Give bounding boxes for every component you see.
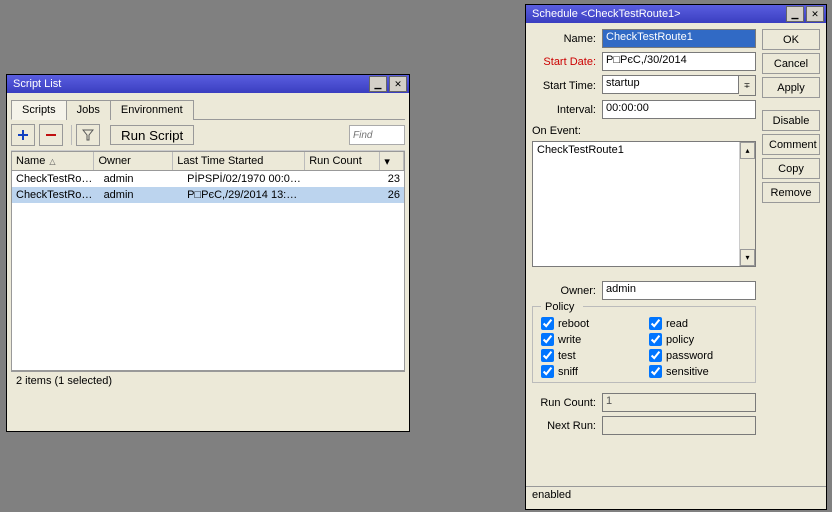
apply-button[interactable]: Apply bbox=[762, 77, 820, 98]
table-row[interactable]: CheckTestRo… admin PİPSPİ/02/1970 00:0… … bbox=[12, 171, 404, 187]
policy-sensitive[interactable]: sensitive bbox=[649, 365, 747, 378]
schedule-buttons: OK Cancel Apply Disable Comment Copy Rem… bbox=[762, 29, 820, 439]
checkbox[interactable] bbox=[541, 317, 554, 330]
label-next-run: Next Run: bbox=[532, 420, 596, 432]
scripts-grid: Name△ Owner Last Time Started Run Count … bbox=[11, 151, 405, 371]
checkbox[interactable] bbox=[541, 365, 554, 378]
script-list-window: Script List ▁ ✕ Scripts Jobs Environment… bbox=[6, 74, 410, 432]
run-script-button[interactable]: Run Script bbox=[110, 125, 194, 145]
cell-last: P□PєС,/29/2014 13:… bbox=[183, 188, 324, 202]
close-icon[interactable]: ✕ bbox=[806, 6, 824, 22]
spacer bbox=[762, 101, 820, 107]
scrollbar[interactable]: ▴ ▾ bbox=[739, 142, 755, 266]
scroll-up-icon[interactable]: ▴ bbox=[740, 142, 755, 159]
minimize-icon[interactable]: ▁ bbox=[369, 76, 387, 92]
schedule-form: Name: CheckTestRoute1 Start Date: P□PєС,… bbox=[532, 29, 756, 439]
label-on-event: On Event: bbox=[532, 125, 581, 137]
col-last-time[interactable]: Last Time Started bbox=[173, 152, 305, 170]
owner-field[interactable]: admin bbox=[602, 281, 756, 300]
add-button[interactable] bbox=[11, 124, 35, 146]
policy-fieldset: Policy reboot read write policy test pas… bbox=[532, 306, 756, 383]
script-list-titlebar[interactable]: Script List ▁ ✕ bbox=[7, 75, 409, 93]
script-list-toolbar: Run Script bbox=[11, 120, 405, 151]
label-interval: Interval: bbox=[532, 104, 596, 116]
interval-field[interactable]: 00:00:00 bbox=[602, 100, 756, 119]
checkbox[interactable] bbox=[649, 365, 662, 378]
policy-reboot[interactable]: reboot bbox=[541, 317, 639, 330]
grid-header: Name△ Owner Last Time Started Run Count … bbox=[12, 152, 404, 171]
policy-sniff[interactable]: sniff bbox=[541, 365, 639, 378]
cell-count: 26 bbox=[324, 188, 404, 202]
col-owner[interactable]: Owner bbox=[94, 152, 173, 170]
comment-button[interactable]: Comment bbox=[762, 134, 820, 155]
label-start-date: Start Date: bbox=[532, 56, 596, 68]
on-event-listbox[interactable]: CheckTestRoute1 ▴ ▾ bbox=[532, 141, 756, 267]
cell-name: CheckTestRo… bbox=[12, 172, 100, 186]
label-name: Name: bbox=[532, 33, 596, 45]
start-time-dropdown[interactable]: ∓ bbox=[739, 75, 756, 96]
next-run-field bbox=[602, 416, 756, 435]
checkbox[interactable] bbox=[541, 333, 554, 346]
col-menu[interactable]: ▾ bbox=[380, 152, 404, 170]
funnel-icon bbox=[82, 129, 94, 141]
policy-legend: Policy bbox=[541, 301, 583, 313]
checkbox[interactable] bbox=[649, 317, 662, 330]
name-field[interactable]: CheckTestRoute1 bbox=[602, 29, 756, 48]
filter-button[interactable] bbox=[76, 124, 100, 146]
minimize-icon[interactable]: ▁ bbox=[786, 6, 804, 22]
cancel-button[interactable]: Cancel bbox=[762, 53, 820, 74]
scroll-down-icon[interactable]: ▾ bbox=[740, 249, 755, 266]
checkbox[interactable] bbox=[649, 333, 662, 346]
schedule-titlebar[interactable]: Schedule <CheckTestRoute1> ▁ ✕ bbox=[526, 5, 826, 23]
checkbox[interactable] bbox=[541, 349, 554, 362]
label-owner: Owner: bbox=[532, 285, 596, 297]
minus-icon bbox=[45, 129, 57, 141]
schedule-title: Schedule <CheckTestRoute1> bbox=[532, 8, 784, 20]
tab-scripts[interactable]: Scripts bbox=[11, 100, 67, 120]
find-input[interactable] bbox=[349, 125, 405, 145]
table-row[interactable]: CheckTestRo… admin P□PєС,/29/2014 13:… 2… bbox=[12, 187, 404, 203]
policy-write[interactable]: write bbox=[541, 333, 639, 346]
col-run-count[interactable]: Run Count bbox=[305, 152, 380, 170]
script-list-tabs: Scripts Jobs Environment bbox=[11, 99, 405, 120]
policy-test[interactable]: test bbox=[541, 349, 639, 362]
remove-script-button[interactable] bbox=[39, 124, 63, 146]
start-time-field[interactable]: startup bbox=[602, 75, 739, 94]
checkbox[interactable] bbox=[649, 349, 662, 362]
policy-read[interactable]: read bbox=[649, 317, 747, 330]
script-list-title: Script List bbox=[13, 78, 367, 90]
ok-button[interactable]: OK bbox=[762, 29, 820, 50]
label-run-count: Run Count: bbox=[532, 397, 596, 409]
policy-policy[interactable]: policy bbox=[649, 333, 747, 346]
schedule-status: enabled bbox=[526, 486, 826, 509]
sort-asc-icon: △ bbox=[49, 157, 55, 166]
cell-last: PİPSPİ/02/1970 00:0… bbox=[183, 172, 324, 186]
toolbar-separator bbox=[71, 125, 72, 145]
col-name[interactable]: Name△ bbox=[12, 152, 94, 170]
cell-count: 23 bbox=[324, 172, 404, 186]
cell-owner: admin bbox=[100, 172, 184, 186]
policy-password[interactable]: password bbox=[649, 349, 747, 362]
script-list-status: 2 items (1 selected) bbox=[11, 371, 405, 394]
close-icon[interactable]: ✕ bbox=[389, 76, 407, 92]
remove-button[interactable]: Remove bbox=[762, 182, 820, 203]
on-event-item[interactable]: CheckTestRoute1 bbox=[533, 142, 755, 158]
start-date-field[interactable]: P□PєС,/30/2014 bbox=[602, 52, 756, 71]
schedule-window: Schedule <CheckTestRoute1> ▁ ✕ Name: Che… bbox=[525, 4, 827, 510]
disable-button[interactable]: Disable bbox=[762, 110, 820, 131]
cell-name: CheckTestRo… bbox=[12, 188, 100, 202]
cell-owner: admin bbox=[100, 188, 184, 202]
run-count-field: 1 bbox=[602, 393, 756, 412]
copy-button[interactable]: Copy bbox=[762, 158, 820, 179]
tab-jobs[interactable]: Jobs bbox=[66, 100, 111, 120]
plus-icon bbox=[17, 129, 29, 141]
tab-environment[interactable]: Environment bbox=[110, 100, 194, 120]
label-start-time: Start Time: bbox=[532, 80, 596, 92]
